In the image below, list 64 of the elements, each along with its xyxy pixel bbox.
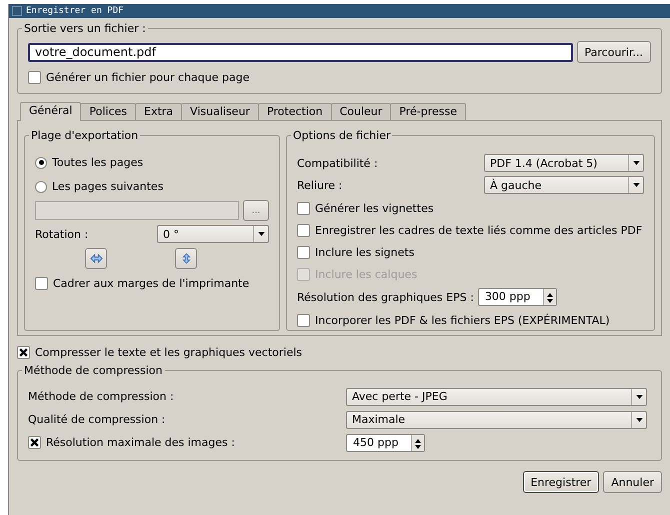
- tab[interactable]: Polices: [80, 103, 136, 120]
- checkbox[interactable]: [17, 346, 30, 358]
- spin-box[interactable]: 450 ppp: [346, 434, 425, 452]
- vertical-arrows-icon: [180, 253, 192, 264]
- group-title: Sortie vers un fichier :: [23, 22, 147, 35]
- field-label: Qualité de compression :: [28, 413, 166, 426]
- checkbox[interactable]: [28, 70, 41, 84]
- dropdown-arrow-icon: [632, 161, 640, 165]
- checkbox[interactable]: [297, 224, 310, 236]
- field-label: Méthode de compression :: [28, 390, 174, 403]
- dialog-button[interactable]: Annuler: [603, 471, 662, 493]
- tab[interactable]: Extra: [135, 103, 182, 120]
- radio-button[interactable]: [35, 156, 47, 168]
- horizontal-arrows-icon: [90, 253, 102, 264]
- group-title: Méthode de compression: [23, 364, 164, 377]
- tab[interactable]: Couleur: [330, 103, 392, 120]
- dropdown[interactable]: Avec perte - JPEG: [346, 388, 647, 406]
- flip-vertical-button[interactable]: [175, 248, 197, 269]
- file-path-field[interactable]: votre_document.pdf: [28, 42, 572, 62]
- dropdown-arrow-icon: [632, 183, 640, 187]
- radio-label: Les pages suivantes: [52, 180, 164, 193]
- checkbox-label: Inclure les signets: [315, 246, 414, 258]
- rotation-dropdown[interactable]: 0 °: [157, 225, 269, 243]
- checkbox-label: Cadrer aux marges de l'imprimante: [53, 276, 250, 290]
- flip-horizontal-button[interactable]: [85, 248, 107, 269]
- spin-down-icon[interactable]: [415, 444, 421, 448]
- checkbox-label: Enregistrer les cadres de texte liés comme des articles PDF: [315, 224, 642, 236]
- window-title: Enregistrer en PDF: [26, 6, 124, 16]
- field-label: Compatibilité :: [297, 156, 378, 170]
- field-label: Reliure :: [297, 178, 342, 192]
- checkbox-label: Compresser le texte et les graphiques vectoriels: [35, 346, 302, 358]
- checkbox[interactable]: [297, 314, 310, 326]
- checkbox-label: Générer les vignettes: [315, 202, 434, 214]
- spin-up-icon[interactable]: [546, 293, 553, 297]
- tab[interactable]: Protection: [258, 103, 332, 120]
- field-label: Résolution des graphiques EPS :: [297, 290, 474, 304]
- browse-button[interactable]: Parcourir...: [576, 41, 651, 63]
- spin-down-icon[interactable]: [546, 299, 553, 303]
- pages-button[interactable]: ...: [243, 200, 269, 221]
- group-title: Plage d'exportation: [30, 129, 140, 142]
- dropdown-arrow-icon: [636, 418, 642, 422]
- tab[interactable]: Général: [20, 102, 82, 121]
- field-label: Résolution maximale des images :: [46, 436, 235, 449]
- radio-label: Toutes les pages: [52, 156, 144, 169]
- checkbox[interactable]: [28, 436, 41, 449]
- field-label: Rotation :: [35, 228, 88, 240]
- dropdown[interactable]: PDF 1.4 (Acrobat 5): [484, 154, 644, 172]
- group-title: Options de fichier: [292, 129, 392, 142]
- radio-button[interactable]: [35, 180, 47, 192]
- dropdown-arrow-icon: [258, 232, 264, 236]
- checkbox[interactable]: [297, 246, 310, 258]
- tab[interactable]: Pré-presse: [390, 103, 466, 120]
- checkbox[interactable]: [297, 202, 310, 214]
- checkbox-label: Générer un fichier pour chaque page: [46, 70, 250, 84]
- window-menu-icon[interactable]: [12, 6, 22, 16]
- dropdown[interactable]: À gauche: [484, 176, 644, 194]
- dialog-button[interactable]: Enregistrer: [522, 471, 600, 493]
- dropdown-arrow-icon: [636, 394, 642, 398]
- spin-up-icon[interactable]: [415, 438, 421, 442]
- checkbox-label: Incorporer les PDF & les fichiers EPS (EXPÉRIMENTAL): [315, 314, 610, 326]
- checkbox[interactable]: [35, 276, 48, 290]
- dropdown[interactable]: Maximale: [346, 410, 647, 428]
- tab[interactable]: Visualiseur: [181, 103, 259, 120]
- spin-box[interactable]: 300 ppp: [478, 288, 557, 306]
